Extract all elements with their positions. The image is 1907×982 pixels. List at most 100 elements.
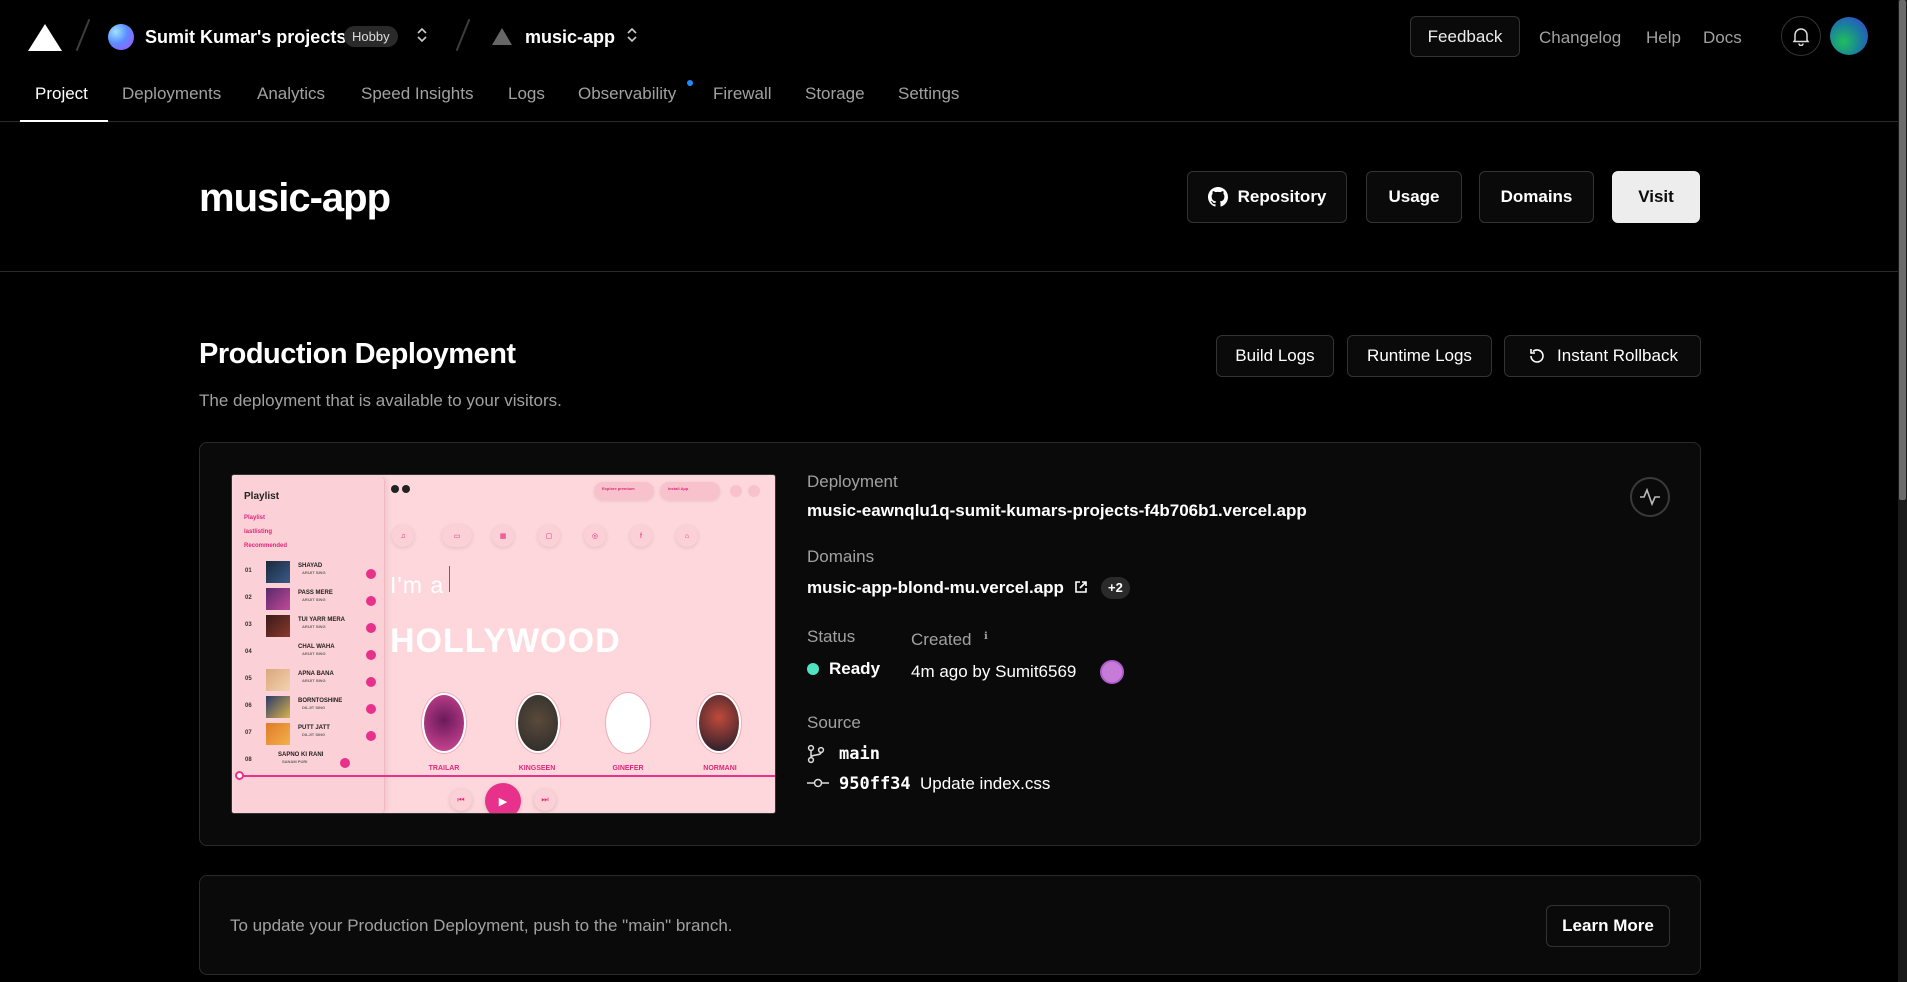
song-play-icon: [366, 731, 376, 741]
song-artist: ARIJIT SING: [302, 624, 326, 629]
preview-tag-icon: ▭: [442, 525, 472, 547]
production-deployment-title: Production Deployment: [199, 338, 516, 370]
preview-box-icon: ▢: [538, 525, 560, 547]
song-thumb: [266, 723, 290, 745]
tab-settings[interactable]: Settings: [898, 84, 959, 104]
repository-label: Repository: [1237, 187, 1327, 206]
song-thumb: [266, 696, 290, 718]
preview-prev-icon: ⏮: [450, 789, 472, 811]
preview-artist-photo: [516, 693, 560, 753]
deployment-preview-image[interactable]: Playlist Playlist lastlisting Recommende…: [231, 474, 776, 814]
song-num: 07: [245, 730, 252, 736]
user-avatar[interactable]: [1830, 17, 1868, 55]
preview-music-icon: ♫: [392, 525, 414, 547]
preview-song-row: 08 SAPNO KI RANI SANAM PURI: [242, 749, 382, 773]
author-avatar: [1100, 660, 1124, 684]
preview-song-row: 04 CHAL WAHA ARIJIT SING: [242, 641, 382, 665]
team-avatar[interactable]: [108, 24, 134, 50]
domain-link[interactable]: music-app-blond-mu.vercel.app: [807, 578, 1064, 598]
preview-sidebar: Playlist Playlist lastlisting Recommende…: [234, 477, 385, 813]
song-num: 04: [245, 649, 252, 655]
active-tab-indicator: [20, 120, 108, 122]
preview-user-icon: [748, 485, 760, 497]
deployment-url-link[interactable]: music-eawnqlu1q-sumit-kumars-projects-f4…: [807, 501, 1307, 521]
preview-song-row: 02 PASS MERE ARIJIT SING: [242, 587, 382, 611]
song-thumb: [266, 615, 290, 637]
preview-back-icon: [391, 485, 399, 493]
preview-artist-label: GINEFER: [612, 765, 644, 772]
feedback-button[interactable]: Feedback: [1410, 16, 1520, 57]
help-link[interactable]: Help: [1646, 28, 1681, 48]
page-scrollbar[interactable]: [1898, 0, 1907, 982]
commit-message[interactable]: Update index.css: [920, 774, 1050, 794]
breadcrumb-separator: [75, 18, 91, 52]
project-switcher-icon[interactable]: [626, 26, 638, 44]
branch-name[interactable]: main: [839, 744, 880, 764]
source-label: Source: [807, 713, 861, 732]
preview-play-icon: ▶: [485, 783, 521, 813]
preview-headline-big: HOLLYWOOD: [390, 622, 621, 660]
usage-button[interactable]: Usage: [1366, 171, 1462, 223]
tab-storage[interactable]: Storage: [805, 84, 865, 104]
song-num: 02: [245, 595, 252, 601]
preview-sidebar-title: Playlist: [244, 491, 280, 502]
tab-firewall[interactable]: Firewall: [713, 84, 772, 104]
song-title: CHAL WAHA: [298, 644, 335, 650]
commit-hash[interactable]: 950ff34: [839, 774, 911, 794]
docs-link[interactable]: Docs: [1703, 28, 1742, 48]
project-icon: [492, 28, 512, 45]
changelog-link[interactable]: Changelog: [1539, 28, 1621, 48]
song-play-icon: [366, 677, 376, 687]
breadcrumb-separator: [455, 18, 471, 52]
git-branch-icon: [807, 744, 825, 769]
extra-domains-badge[interactable]: +2: [1101, 577, 1130, 599]
preview-menu-item: lastlisting: [244, 529, 273, 535]
visit-button[interactable]: Visit: [1612, 171, 1700, 223]
learn-more-button[interactable]: Learn More: [1546, 905, 1670, 947]
song-num: 01: [245, 568, 252, 574]
repository-button[interactable]: Repository: [1187, 171, 1347, 223]
team-name[interactable]: Sumit Kumar's projects: [145, 27, 346, 48]
update-info-text: To update your Production Deployment, pu…: [230, 916, 733, 935]
runtime-logs-button[interactable]: Runtime Logs: [1347, 335, 1492, 377]
github-icon: [1207, 187, 1228, 207]
preview-next-icon: ⏭: [534, 789, 556, 811]
preview-progress-knob: [235, 771, 244, 780]
preview-progress-bar: [238, 775, 775, 777]
song-title: SAPNO KI RANI: [278, 752, 324, 758]
project-name[interactable]: music-app: [525, 27, 615, 48]
preview-home-icon: ⌂: [676, 525, 698, 547]
preview-artist-label: NORMANI: [703, 765, 737, 772]
notifications-bell-icon[interactable]: [1781, 16, 1821, 56]
tab-analytics[interactable]: Analytics: [257, 84, 325, 104]
preview-song-row: 05 APNA BANA ARIJIT SING: [242, 668, 382, 692]
song-title: TUI YARR MERA: [298, 617, 346, 623]
build-logs-button[interactable]: Build Logs: [1216, 335, 1334, 377]
song-play-icon: [366, 596, 376, 606]
song-play-icon: [340, 758, 350, 768]
git-commit-icon: [807, 776, 829, 795]
deployment-label: Deployment: [807, 472, 898, 491]
song-num: 06: [245, 703, 252, 709]
song-artist: ARIJIT SING: [302, 651, 326, 656]
external-link-icon[interactable]: [1074, 580, 1088, 599]
tab-project[interactable]: Project: [35, 84, 88, 104]
tab-observability[interactable]: Observability: [578, 84, 676, 104]
song-artist: SANAM PURI: [282, 759, 308, 764]
scrollbar-thumb[interactable]: [1899, 0, 1906, 500]
vercel-logo-icon[interactable]: [28, 24, 62, 51]
team-switcher-icon[interactable]: [416, 26, 428, 44]
preview-artist-photo: [606, 693, 650, 753]
tab-deployments[interactable]: Deployments: [122, 84, 221, 104]
preview-menu-item: Recommended: [244, 543, 288, 549]
domains-button[interactable]: Domains: [1479, 171, 1594, 223]
preview-song-row: 03 TUI YARR MERA ARIJIT SING: [242, 614, 382, 638]
instant-rollback-button[interactable]: Instant Rollback: [1504, 335, 1701, 377]
song-title: PUTT JATT: [298, 725, 330, 731]
info-icon[interactable]: ℹ: [984, 631, 988, 642]
tab-logs[interactable]: Logs: [508, 84, 545, 104]
preview-artist-photo: [697, 693, 741, 753]
tab-speed-insights[interactable]: Speed Insights: [361, 84, 473, 104]
activity-pulse-icon[interactable]: [1630, 477, 1670, 517]
preview-caret: [449, 566, 450, 592]
